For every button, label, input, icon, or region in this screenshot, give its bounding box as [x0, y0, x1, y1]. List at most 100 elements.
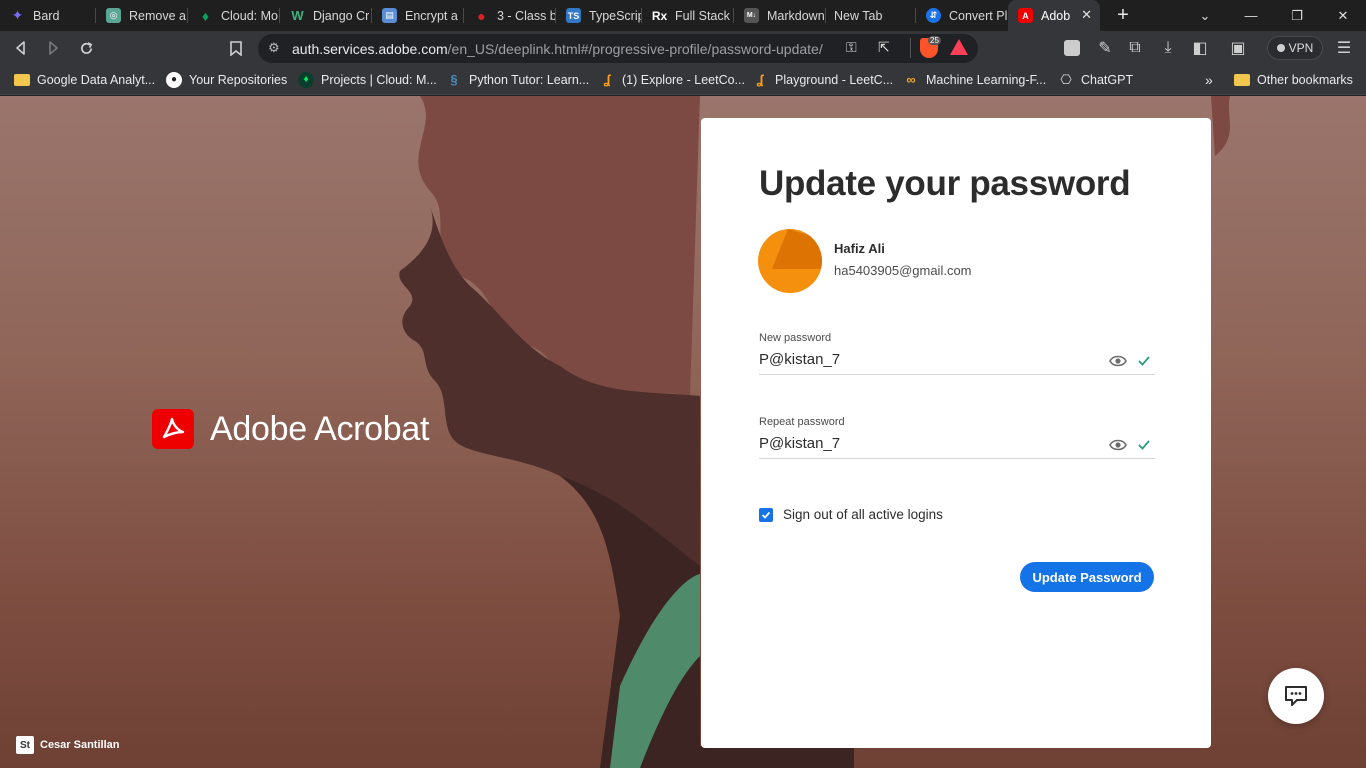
page-title: Update your password [759, 164, 1131, 203]
bookmark-label: Other bookmarks [1257, 72, 1353, 87]
bookmark-label: ChatGPT [1081, 72, 1134, 87]
bookmark-chatgpt[interactable]: ⎔ ChatGPT [1058, 65, 1133, 94]
bookmark-leetcode-playground[interactable]: ʆ Playground - LeetC... [752, 65, 893, 94]
leetcode-icon: ʆ [603, 72, 611, 87]
page-content: Adobe Acrobat St Cesar Santillan Update … [0, 96, 1366, 768]
extension-icon[interactable] [1061, 37, 1083, 59]
new-password-label: New password [759, 332, 832, 344]
tab-strip: ✦ Bard ◎ Remove a ♦ Cloud: Mo W Django C… [0, 0, 1366, 31]
tab-encrypt[interactable]: ▤ Encrypt a [372, 0, 464, 31]
sign-out-checkbox[interactable] [759, 507, 773, 522]
tab-bard[interactable]: ✦ Bard [0, 0, 96, 31]
ts-icon: TS [566, 8, 581, 23]
browser-toolbar: ⚙ auth.services.adobe.com/en_US/deeplink… [0, 31, 1366, 65]
tab-markdown[interactable]: M↓ Markdown [734, 0, 826, 31]
github-icon: ● [166, 71, 182, 88]
menu-icon[interactable]: ☰ [1333, 37, 1355, 59]
tab-adobe-active[interactable]: A Adob ✕ [1008, 0, 1100, 31]
tab-convert[interactable]: ⇵ Convert Pl [916, 0, 1008, 31]
brand-name: Adobe Acrobat [210, 409, 430, 448]
new-tab-button[interactable]: + [1112, 4, 1134, 26]
checkmark-icon [761, 511, 771, 519]
bookmark-label: Your Repositories [189, 72, 288, 87]
bookmark-label: Projects | Cloud: M... [321, 72, 437, 87]
tab-label: Encrypt a [405, 8, 458, 23]
bookmark-leetcode-explore[interactable]: ʆ (1) Explore - LeetCo... [599, 65, 745, 94]
chat-support-button[interactable] [1268, 668, 1324, 724]
tab-fullstack[interactable]: Rx Full Stack [642, 0, 734, 31]
bookmark-label: (1) Explore - LeetCo... [622, 72, 745, 87]
tab-remove[interactable]: ◎ Remove a [96, 0, 188, 31]
download-icon[interactable]: ⤓ [1157, 37, 1179, 59]
key-icon[interactable]: ⚿ [846, 39, 857, 56]
eyedropper-icon[interactable]: ✎ [1094, 37, 1116, 59]
minimize-button[interactable]: — [1228, 0, 1274, 31]
bookmark-your-repositories[interactable]: ● Your Repositories [166, 65, 287, 94]
bookmarks-bar: Google Data Analyt... ● Your Repositorie… [0, 65, 1366, 95]
brave-rewards-icon[interactable] [950, 39, 968, 55]
tab-label: TypeScript [589, 8, 642, 23]
tab-django[interactable]: W Django Cr [280, 0, 372, 31]
tab-newtab[interactable]: New Tab [826, 0, 916, 31]
address-bar[interactable]: ⚙ auth.services.adobe.com/en_US/deeplink… [258, 34, 978, 63]
tab-label: Remove a [129, 8, 186, 23]
adobe-acrobat-brand: Adobe Acrobat [152, 409, 429, 449]
more-bookmarks-button[interactable]: » [1205, 65, 1213, 94]
folder-icon [1234, 72, 1250, 88]
valid-check-icon [1138, 440, 1150, 450]
folder-icon [14, 72, 30, 88]
repeat-password-label: Repeat password [759, 416, 845, 428]
update-password-button[interactable]: Update Password [1020, 562, 1154, 592]
share-icon[interactable]: ⇱ [878, 39, 890, 56]
bookmark-python-tutor[interactable]: § Python Tutor: Learn... [446, 65, 589, 94]
forward-icon[interactable] [42, 37, 64, 59]
repeat-password-field[interactable] [759, 429, 1155, 459]
other-bookmarks[interactable]: Other bookmarks [1234, 65, 1353, 94]
markdown-icon: M↓ [744, 8, 759, 23]
photo-credit[interactable]: St Cesar Santillan [16, 736, 119, 754]
extensions-puzzle-icon[interactable]: ⧉ [1124, 37, 1146, 59]
vpn-status-icon [1276, 44, 1285, 52]
tab-label: Django Cr [313, 8, 370, 23]
bookmark-icon[interactable] [225, 37, 247, 59]
new-password-field[interactable] [759, 345, 1155, 375]
chat-icon [1285, 686, 1307, 706]
tab-typescript[interactable]: TS TypeScript [556, 0, 642, 31]
tab-label: Adob [1041, 8, 1071, 23]
avatar [758, 229, 822, 293]
show-password-icon[interactable] [1109, 438, 1127, 452]
password-update-card: Update your password Hafiz Ali ha5403905… [701, 118, 1211, 748]
sidebar-icon[interactable]: ◧ [1189, 37, 1211, 59]
doc-icon: ▤ [382, 8, 397, 23]
reload-icon[interactable] [75, 37, 97, 59]
tab-cloud-mongo[interactable]: ♦ Cloud: Mo [188, 0, 280, 31]
bookmark-google-data[interactable]: Google Data Analyt... [14, 65, 155, 94]
leetcode-icon: ʆ [756, 72, 764, 87]
stock-logo-icon: St [16, 736, 34, 754]
restore-button[interactable]: ❐ [1274, 0, 1320, 31]
vpn-button[interactable]: VPN [1267, 36, 1323, 60]
user-name: Hafiz Ali [834, 241, 885, 256]
tab-label: Markdown [767, 8, 825, 23]
close-tab-icon[interactable]: ✕ [1081, 7, 1092, 23]
show-password-icon[interactable] [1109, 354, 1127, 368]
tab-label: Cloud: Mo [221, 8, 278, 23]
url-domain: auth.services.adobe.com [292, 41, 448, 57]
bookmark-label: Machine Learning-F... [926, 72, 1047, 87]
site-settings-icon[interactable]: ⚙ [268, 40, 280, 56]
tab-label: Bard [33, 8, 60, 23]
sign-out-option: Sign out of all active logins [759, 507, 943, 522]
bookmark-machine-learning[interactable]: ∞ Machine Learning-F... [903, 65, 1046, 94]
bookmark-projects-cloud[interactable]: ♦ Projects | Cloud: M... [298, 65, 437, 94]
bard-icon: ✦ [11, 7, 24, 23]
wallet-icon[interactable]: ▣ [1227, 37, 1249, 59]
valid-check-icon [1138, 356, 1150, 366]
tab-search-icon[interactable]: ⌄ [1182, 0, 1228, 31]
close-window-button[interactable]: ✕ [1320, 0, 1366, 31]
back-icon[interactable] [10, 37, 32, 59]
coursera-icon: ∞ [906, 72, 916, 87]
acrobat-logo-icon [152, 409, 194, 449]
tab-class[interactable]: ● 3 - Class b [464, 0, 556, 31]
python-icon: § [450, 72, 458, 87]
tab-label: 3 - Class b [497, 8, 556, 23]
